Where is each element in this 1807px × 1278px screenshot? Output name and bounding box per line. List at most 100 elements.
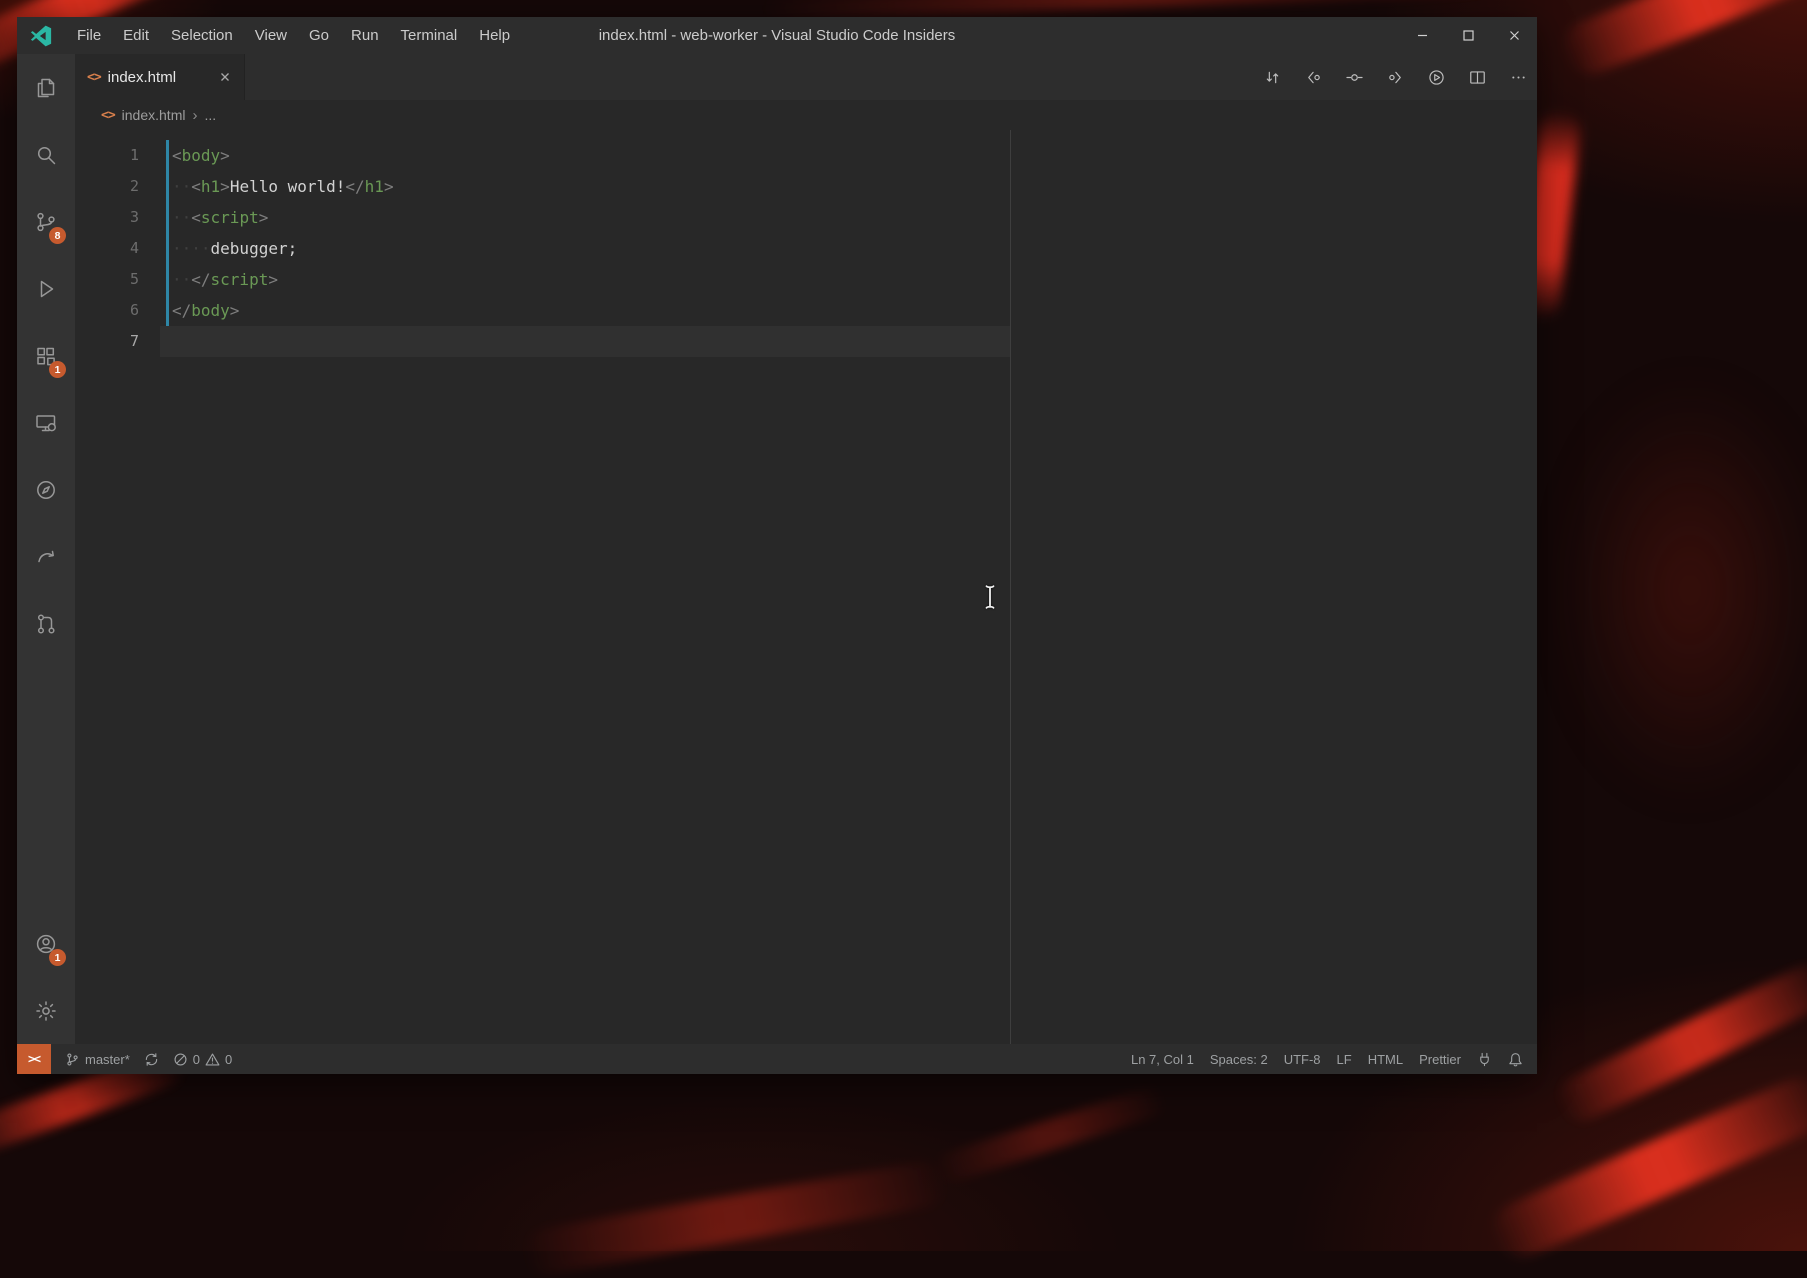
window-title: index.html - web-worker - Visual Studio … xyxy=(599,17,956,54)
encoding-status[interactable]: UTF-8 xyxy=(1284,1052,1321,1067)
git-branch-icon xyxy=(65,1052,80,1067)
activity-source-control[interactable]: 8 xyxy=(17,188,75,255)
formatter-status[interactable]: Prettier xyxy=(1419,1052,1461,1067)
wallpaper-streak xyxy=(931,1084,1169,1187)
branch-label: master* xyxy=(85,1052,130,1067)
menu-go[interactable]: Go xyxy=(298,17,340,54)
menu-run[interactable]: Run xyxy=(340,17,390,54)
code-line-1[interactable]: 1<body> xyxy=(75,140,1537,171)
vscode-insiders-logo-icon[interactable] xyxy=(30,25,52,47)
error-icon xyxy=(173,1052,188,1067)
line-content: ··<script> xyxy=(139,202,268,233)
code-line-5[interactable]: 5··</script> xyxy=(75,264,1537,295)
eol-status[interactable]: LF xyxy=(1337,1052,1352,1067)
code-line-7[interactable]: 7 xyxy=(75,326,1537,357)
line-number[interactable]: 6 xyxy=(75,295,139,326)
split-editor-icon[interactable] xyxy=(1464,64,1490,90)
accounts-badge: 1 xyxy=(49,949,66,966)
menu-edit[interactable]: Edit xyxy=(112,17,160,54)
breadcrumb-symbol[interactable]: ... xyxy=(204,107,216,123)
open-changes-icon[interactable] xyxy=(1259,64,1285,90)
status-bar-right: Ln 7, Col 1 Spaces: 2 UTF-8 LF HTML Pret… xyxy=(1131,1052,1537,1067)
menu-help[interactable]: Help xyxy=(468,17,521,54)
tab-index-html[interactable]: <> index.html xyxy=(75,54,245,100)
window-controls xyxy=(1399,17,1537,54)
menu-file[interactable]: File xyxy=(66,17,112,54)
line-number[interactable]: 5 xyxy=(75,264,139,295)
code-line-4[interactable]: 4····debugger; xyxy=(75,233,1537,264)
activity-search[interactable] xyxy=(17,121,75,188)
chevron-right-icon: › xyxy=(192,107,197,124)
run-icon[interactable] xyxy=(1423,64,1449,90)
activity-github-pull-request[interactable] xyxy=(17,590,75,657)
nav-previous-icon[interactable] xyxy=(1300,64,1326,90)
status-bar: >< master* 0 0 xyxy=(17,1044,1537,1074)
cursor-position-status[interactable]: Ln 7, Col 1 xyxy=(1131,1052,1194,1067)
activity-settings[interactable] xyxy=(17,977,75,1044)
menu-selection[interactable]: Selection xyxy=(160,17,244,54)
code-editor[interactable]: 1<body>2··<h1>Hello world!</h1>3··<scrip… xyxy=(75,130,1537,1044)
tab-label: index.html xyxy=(108,69,208,86)
activity-run-and-debug[interactable] xyxy=(17,255,75,322)
run-and-debug-icon xyxy=(34,277,58,301)
problems-status[interactable]: 0 0 xyxy=(173,1052,232,1067)
menu-terminal[interactable]: Terminal xyxy=(390,17,469,54)
breadcrumb-file[interactable]: index.html xyxy=(122,107,186,123)
html-file-icon: <> xyxy=(101,108,115,123)
tab-close-icon[interactable] xyxy=(215,67,235,87)
plug-icon[interactable] xyxy=(1477,1052,1492,1067)
menu-view[interactable]: View xyxy=(244,17,298,54)
minimize-button[interactable] xyxy=(1399,17,1445,54)
activity-explorer[interactable] xyxy=(17,54,75,121)
extensions-badge: 1 xyxy=(49,361,66,378)
activity-bar-top: 81 xyxy=(17,54,75,910)
notifications-bell-icon[interactable] xyxy=(1508,1052,1523,1067)
line-number[interactable]: 7 xyxy=(75,326,139,357)
line-content: </body> xyxy=(139,295,239,326)
tab-bar: <> index.html xyxy=(75,54,1537,100)
wallpaper-streak xyxy=(519,1158,950,1278)
branch-status[interactable]: master* xyxy=(65,1052,130,1067)
activity-compass[interactable] xyxy=(17,456,75,523)
live-share-icon xyxy=(34,545,58,569)
search-icon xyxy=(34,143,58,167)
wallpaper-streak xyxy=(1560,380,1807,800)
source-control-badge: 8 xyxy=(49,227,66,244)
activity-live-share[interactable] xyxy=(17,523,75,590)
code-line-2[interactable]: 2··<h1>Hello world!</h1> xyxy=(75,171,1537,202)
remote-explorer-icon xyxy=(34,411,58,435)
error-count: 0 xyxy=(193,1052,200,1067)
remote-indicator[interactable]: >< xyxy=(17,1044,51,1074)
breadcrumb: <> index.html › ... xyxy=(75,100,1537,130)
maximize-button[interactable] xyxy=(1445,17,1491,54)
status-bar-left: >< master* 0 0 xyxy=(17,1044,232,1074)
activity-remote-explorer[interactable] xyxy=(17,389,75,456)
code-line-3[interactable]: 3··<script> xyxy=(75,202,1537,233)
line-content: ··</script> xyxy=(139,264,278,295)
title-bar: FileEditSelectionViewGoRunTerminalHelp i… xyxy=(17,17,1537,54)
activity-extensions[interactable]: 1 xyxy=(17,322,75,389)
nav-next-icon[interactable] xyxy=(1382,64,1408,90)
line-content: <body> xyxy=(139,140,230,171)
sync-status[interactable] xyxy=(144,1052,159,1067)
line-number[interactable]: 1 xyxy=(75,140,139,171)
github-pull-request-icon xyxy=(34,612,58,636)
line-number[interactable]: 4 xyxy=(75,233,139,264)
indentation-status[interactable]: Spaces: 2 xyxy=(1210,1052,1268,1067)
editor-actions xyxy=(1259,54,1537,100)
more-actions-icon[interactable] xyxy=(1505,64,1531,90)
line-number[interactable]: 2 xyxy=(75,171,139,202)
activity-bar: 81 1 xyxy=(17,54,75,1044)
settings-icon xyxy=(34,999,58,1023)
activity-accounts[interactable]: 1 xyxy=(17,910,75,977)
code-lines: 1<body>2··<h1>Hello world!</h1>3··<scrip… xyxy=(75,140,1537,357)
activity-bar-bottom: 1 xyxy=(17,910,75,1044)
line-content xyxy=(139,326,172,357)
close-button[interactable] xyxy=(1491,17,1537,54)
language-mode-status[interactable]: HTML xyxy=(1368,1052,1403,1067)
menu-bar: FileEditSelectionViewGoRunTerminalHelp xyxy=(66,17,521,54)
html-file-icon: <> xyxy=(87,70,101,85)
code-line-6[interactable]: 6</body> xyxy=(75,295,1537,326)
line-number[interactable]: 3 xyxy=(75,202,139,233)
nav-center-icon[interactable] xyxy=(1341,64,1367,90)
